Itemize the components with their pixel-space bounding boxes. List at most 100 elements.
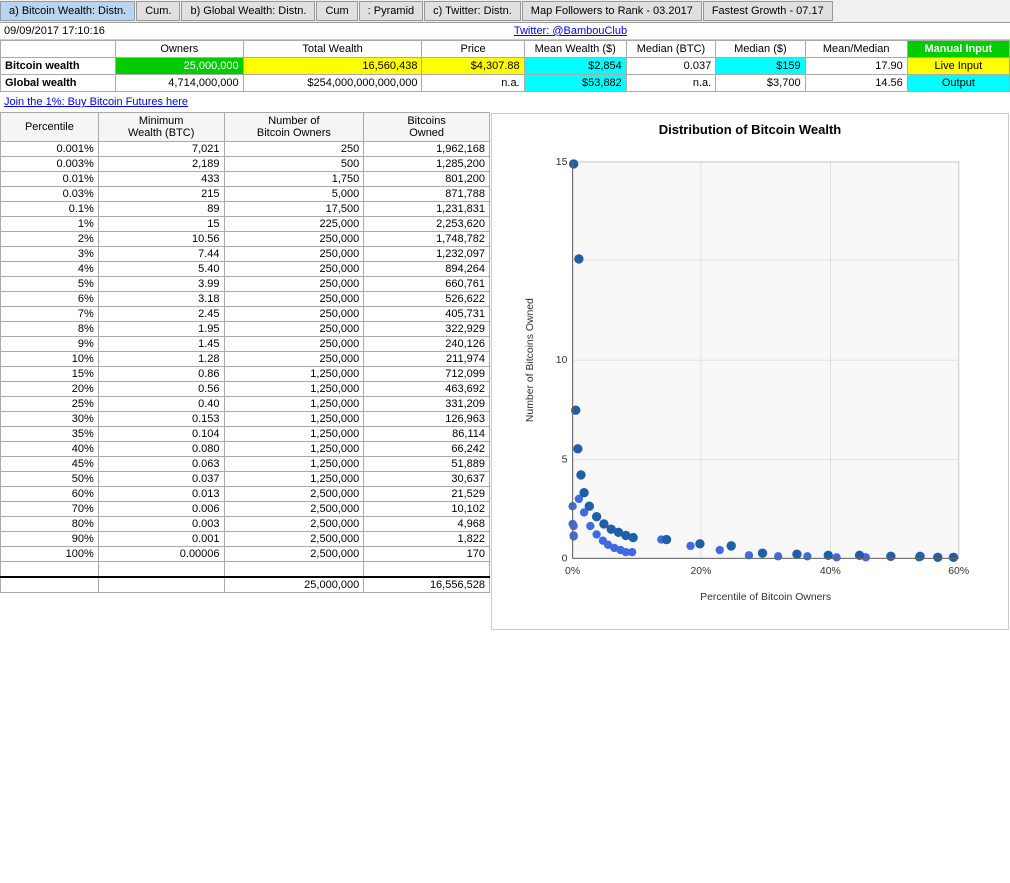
dist-num: 250,000	[224, 292, 364, 307]
tab-cum2[interactable]: Cum	[316, 1, 357, 21]
dist-pct: 100%	[1, 547, 99, 562]
dist-min: 3.99	[98, 277, 224, 292]
dist-num: 1,250,000	[224, 397, 364, 412]
content-area: Percentile MinimumWealth (BTC) Number of…	[0, 112, 1010, 631]
dist-btc: 660,761	[364, 277, 490, 292]
table-row-empty	[1, 562, 490, 578]
table-row: 35% 0.104 1,250,000 86,114	[1, 427, 490, 442]
tab-twitter[interactable]: c) Twitter: Distn.	[424, 1, 521, 21]
dist-pct: 0.1%	[1, 202, 99, 217]
dist-pct: 35%	[1, 427, 99, 442]
svg-text:60%: 60%	[948, 566, 969, 577]
col-mean-wealth: Mean Wealth ($)	[524, 41, 626, 58]
dist-min: 1.45	[98, 337, 224, 352]
dist-num: 250,000	[224, 322, 364, 337]
table-row: 60% 0.013 2,500,000 21,529	[1, 487, 490, 502]
svg-text:20%: 20%	[691, 566, 712, 577]
tab-pyramid[interactable]: : Pyramid	[359, 1, 423, 21]
tab-fastest-growth[interactable]: Fastest Growth - 07.17	[703, 1, 833, 21]
global-median-usd: $3,700	[716, 75, 805, 92]
dist-pct: 70%	[1, 502, 99, 517]
table-row: 30% 0.153 1,250,000 126,963	[1, 412, 490, 427]
dist-pct: 8%	[1, 322, 99, 337]
dist-btc: 21,529	[364, 487, 490, 502]
bitcoin-row-label: Bitcoin wealth	[1, 58, 116, 75]
dist-num: 250,000	[224, 262, 364, 277]
dist-btc: 86,114	[364, 427, 490, 442]
table-row: 40% 0.080 1,250,000 66,242	[1, 442, 490, 457]
dist-min: 89	[98, 202, 224, 217]
dist-num: 250,000	[224, 352, 364, 367]
dist-btc: 1,232,097	[364, 247, 490, 262]
bitcoin-median-usd: $159	[716, 58, 805, 75]
dist-num: 5,000	[224, 187, 364, 202]
col-median-usd: Median ($)	[716, 41, 805, 58]
dist-pct: 80%	[1, 517, 99, 532]
table-row: 0.003% 2,189 500 1,285,200	[1, 157, 490, 172]
table-row: 50% 0.037 1,250,000 30,637	[1, 472, 490, 487]
table-row: 9% 1.45 250,000 240,126	[1, 337, 490, 352]
dist-btc: 1,822	[364, 532, 490, 547]
svg-text:0%: 0%	[565, 566, 580, 577]
dist-min: 0.003	[98, 517, 224, 532]
dist-btc: 894,264	[364, 262, 490, 277]
join-link[interactable]: Join the 1%: Buy Bitcoin Futures here	[4, 96, 188, 108]
table-row: 3% 7.44 250,000 1,232,097	[1, 247, 490, 262]
dist-pct: 0.003%	[1, 157, 99, 172]
dist-pct: 40%	[1, 442, 99, 457]
dist-num: 1,250,000	[224, 367, 364, 382]
dist-pct: 0.01%	[1, 172, 99, 187]
tab-cum1[interactable]: Cum.	[136, 1, 180, 21]
dist-num: 250,000	[224, 307, 364, 322]
dist-num: 500	[224, 157, 364, 172]
bitcoin-total-wealth: 16,560,438	[243, 58, 422, 75]
global-tag: Output	[907, 75, 1009, 92]
left-table-area: Percentile MinimumWealth (BTC) Number of…	[0, 112, 490, 631]
table-row: 20% 0.56 1,250,000 463,692	[1, 382, 490, 397]
table-row: 25% 0.40 1,250,000 331,209	[1, 397, 490, 412]
dist-num: 250,000	[224, 277, 364, 292]
tab-map[interactable]: Map Followers to Rank - 03.2017	[522, 1, 702, 21]
bitcoin-tag: Live Input	[907, 58, 1009, 75]
col-price: Price	[422, 41, 524, 58]
distribution-table: Percentile MinimumWealth (BTC) Number of…	[0, 112, 490, 593]
dist-min: 0.006	[98, 502, 224, 517]
dist-btc: 1,748,782	[364, 232, 490, 247]
dist-pct: 25%	[1, 397, 99, 412]
dist-pct: 1%	[1, 217, 99, 232]
dist-pct: 15%	[1, 367, 99, 382]
dist-num: 2,500,000	[224, 532, 364, 547]
twitter-link[interactable]: Twitter: @BambouClub	[514, 25, 627, 37]
dist-pct: 90%	[1, 532, 99, 547]
table-row: 0.001% 7,021 250 1,962,168	[1, 142, 490, 157]
col-manual-input: Manual Input	[907, 41, 1009, 58]
dist-num: 250,000	[224, 232, 364, 247]
dist-col-btc-owned: BitcoinsOwned	[364, 113, 490, 142]
table-row: 70% 0.006 2,500,000 10,102	[1, 502, 490, 517]
bitcoin-mean-wealth: $2,854	[524, 58, 626, 75]
dist-col-percentile: Percentile	[1, 113, 99, 142]
dist-pct: 20%	[1, 382, 99, 397]
dist-pct: 0.001%	[1, 142, 99, 157]
total-num: 25,000,000	[224, 577, 364, 593]
tab-bitcoin-wealth[interactable]: a) Bitcoin Wealth: Distn.	[0, 1, 135, 21]
dist-min: 433	[98, 172, 224, 187]
dist-btc: 331,209	[364, 397, 490, 412]
datetime: 09/09/2017 17:10:16	[4, 25, 105, 37]
table-row: 2% 10.56 250,000 1,748,782	[1, 232, 490, 247]
bitcoin-median-btc: 0.037	[626, 58, 715, 75]
dist-min: 0.00006	[98, 547, 224, 562]
svg-text:10: 10	[556, 355, 568, 366]
dist-min: 15	[98, 217, 224, 232]
dist-col-min-wealth: MinimumWealth (BTC)	[98, 113, 224, 142]
svg-text:15: 15	[556, 157, 568, 168]
dist-btc: 322,929	[364, 322, 490, 337]
dist-num: 17,500	[224, 202, 364, 217]
dist-min: 0.001	[98, 532, 224, 547]
dist-btc: 463,692	[364, 382, 490, 397]
tab-global-wealth[interactable]: b) Global Wealth: Distn.	[181, 1, 315, 21]
dist-num: 1,250,000	[224, 442, 364, 457]
global-row-label: Global wealth	[1, 75, 116, 92]
table-row: 10% 1.28 250,000 211,974	[1, 352, 490, 367]
dist-min: 7,021	[98, 142, 224, 157]
